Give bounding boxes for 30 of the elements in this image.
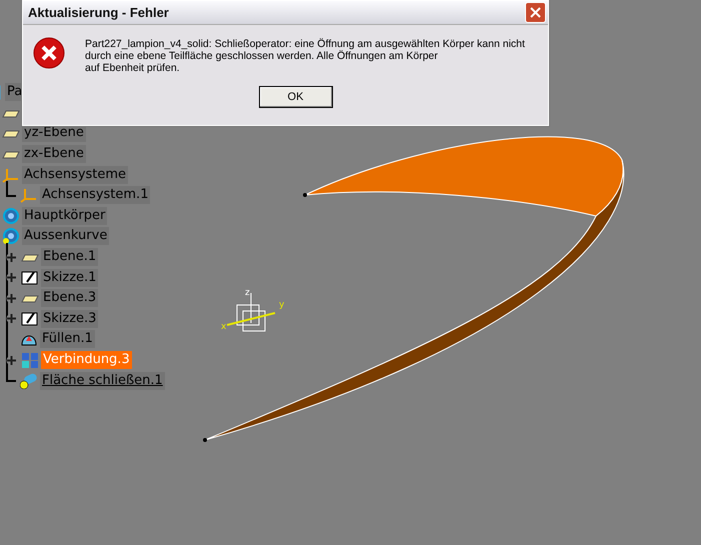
compass-drawing: z y x <box>215 283 295 343</box>
grid-icon <box>21 352 39 368</box>
expand-icon[interactable] <box>6 252 17 263</box>
tree-item[interactable]: Füllen.1 <box>40 330 95 348</box>
error-message: Part227_lampion_v4_solid: Schließoperator: eine Öffnung am ausgewählten Körper kann nicht durch eine ebene Teilfläche geschlossen werden. Alle Öffnungen am Körper auf Ebenheit prüfen. <box>85 38 525 74</box>
error-icon <box>33 37 65 69</box>
tree-item[interactable]: Aussenkurve <box>22 227 110 246</box>
axis-icon <box>20 187 38 204</box>
close-icon <box>530 7 541 18</box>
tree-item[interactable]: zx-Ebene <box>22 145 86 164</box>
tree-item[interactable]: Hauptkörper <box>22 206 108 225</box>
tree-item[interactable]: Skizze.3 <box>41 310 98 328</box>
expand-icon[interactable] <box>6 354 17 366</box>
tree-item[interactable]: Fläche schließen.1 <box>40 372 165 390</box>
dialog-title: Aktualisierung - Fehler <box>28 5 169 20</box>
ok-button[interactable]: OK <box>258 86 332 108</box>
sketch-icon <box>21 270 39 286</box>
expand-icon[interactable] <box>6 313 17 324</box>
tree-item[interactable]: Ebene.1 <box>41 248 98 266</box>
tree-connector-line <box>6 180 16 197</box>
close-button[interactable] <box>525 2 546 23</box>
axis-icon <box>2 166 20 183</box>
tree-item[interactable]: Achsensysteme <box>22 166 128 184</box>
tree-item[interactable]: Skizze.1 <box>41 268 98 287</box>
tree-item[interactable]: Verbindung.3 <box>41 351 132 370</box>
tree-item[interactable]: Ebene.3 <box>41 289 98 308</box>
expand-icon[interactable] <box>6 292 17 304</box>
expand-icon[interactable] <box>6 272 17 284</box>
sketch-icon <box>21 310 39 327</box>
tree-item[interactable]: Achsensystem.1 <box>40 186 150 204</box>
